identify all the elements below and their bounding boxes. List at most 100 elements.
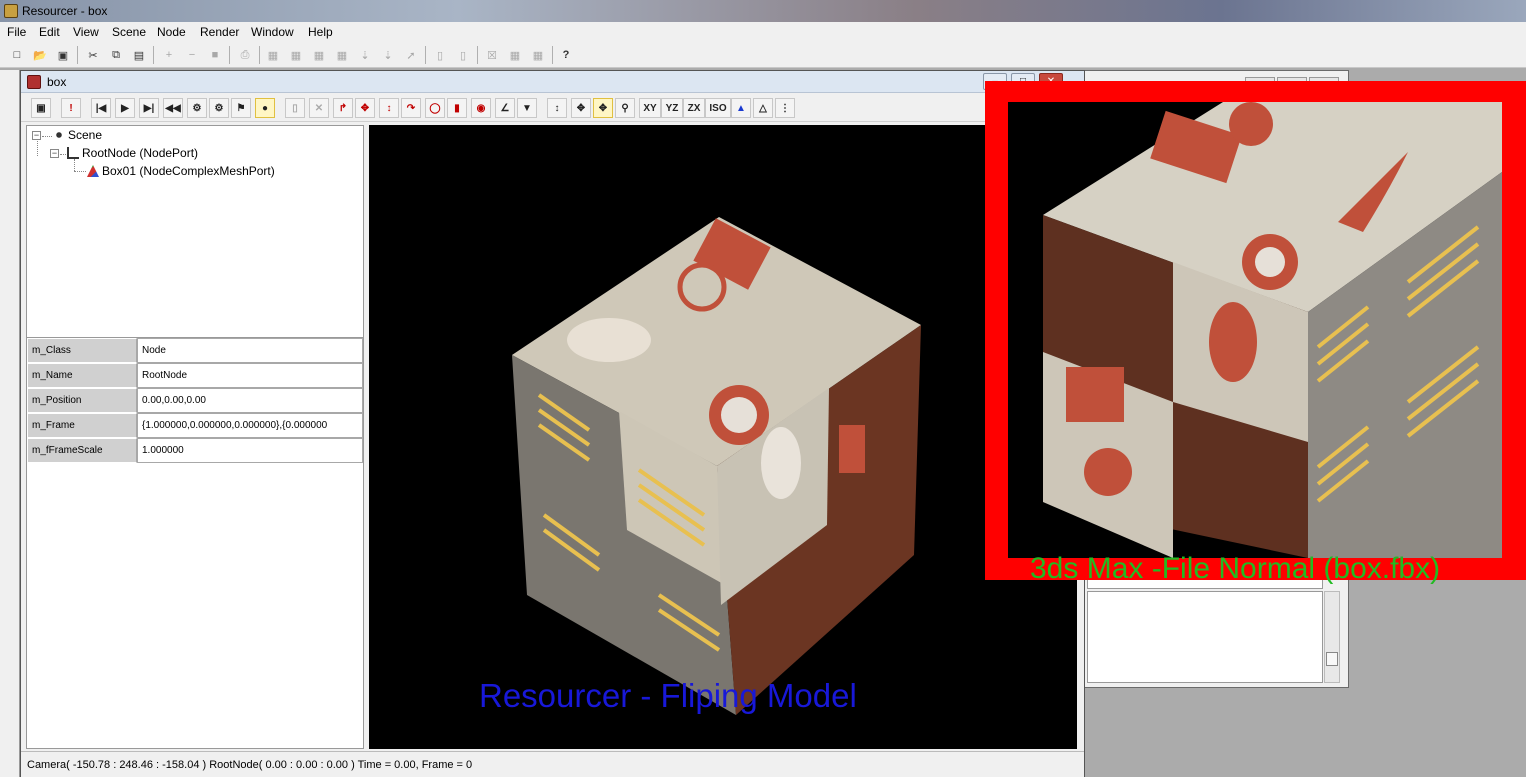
folder-open-icon[interactable]: ▯ [454, 46, 472, 64]
tree-item-label: Box01 (NodeComplexMeshPort) [102, 164, 275, 178]
export-icon[interactable]: ▦ [264, 46, 282, 64]
save-icon[interactable]: ▣ [31, 98, 51, 118]
alert-icon[interactable]: ! [61, 98, 81, 118]
property-value[interactable]: 1.000000 [137, 438, 363, 463]
property-value[interactable]: RootNode [137, 363, 363, 388]
menu-view[interactable]: View [73, 25, 99, 39]
rewind-icon[interactable]: ◀◀ [163, 98, 183, 118]
move-icon[interactable]: ✥ [355, 98, 375, 118]
properties-icon[interactable]: ▦ [506, 46, 524, 64]
decal-rectangle-side [1066, 367, 1124, 422]
axes-icon[interactable]: ∠ [495, 98, 515, 118]
scene-tree[interactable]: − Scene − RootNode (NodePort) Box01 (Nod… [26, 125, 364, 338]
toolbar-separator [259, 46, 260, 64]
grid-icon[interactable]: ▦ [333, 46, 351, 64]
insert-icon[interactable]: ▦ [310, 46, 328, 64]
down-arrow-icon[interactable]: ⇣ [379, 46, 397, 64]
menu-node[interactable]: Node [157, 25, 186, 39]
3d-viewport[interactable]: Resourcer - Fliping Model [369, 125, 1077, 749]
rendered-cube [512, 217, 921, 715]
pointer-icon[interactable]: ↱ [333, 98, 353, 118]
copy-icon[interactable]: ⧉ [107, 46, 125, 64]
view-xy-button[interactable]: XY [639, 98, 661, 118]
camera-settings-icon[interactable]: ⚙ [209, 98, 229, 118]
scale-icon[interactable]: ▮ [447, 98, 467, 118]
decal-rectangle-side [839, 425, 865, 473]
property-value[interactable]: 0.00,0.00,0.00 [137, 388, 363, 413]
flag-icon[interactable]: ⚑ [231, 98, 251, 118]
tree-item-scene[interactable]: Scene [53, 128, 102, 142]
comparison-overlay [985, 81, 1526, 580]
move-vertical-icon[interactable]: ↕ [379, 98, 399, 118]
remove-icon[interactable]: − [183, 46, 201, 64]
tree-item-label: Scene [68, 128, 103, 142]
tree-item-rootnode[interactable]: RootNode (NodePort) [67, 146, 198, 160]
cut-icon[interactable]: ✂ [84, 46, 102, 64]
viewport-caption: Resourcer - Fliping Model [479, 677, 857, 714]
app-title-bar: Resourcer - box [0, 0, 1526, 22]
tree-item-box01[interactable]: Box01 (NodeComplexMeshPort) [87, 164, 275, 178]
first-frame-icon[interactable]: |◀ [91, 98, 111, 118]
properties-icon[interactable]: ▦ [529, 46, 547, 64]
close-doc-icon[interactable]: ☒ [483, 46, 501, 64]
menu-render[interactable]: Render [200, 25, 239, 39]
open-folder-icon[interactable]: ▯ [285, 98, 305, 118]
menu-file[interactable]: File [7, 25, 26, 39]
folder-icon[interactable]: ▯ [431, 46, 449, 64]
target-icon[interactable]: ◉ [471, 98, 491, 118]
camera-orbit-icon[interactable]: ✥ [593, 98, 613, 118]
pan-icon[interactable]: ✥ [571, 98, 591, 118]
print-icon[interactable]: ⎙ [236, 46, 254, 64]
solid-mode-icon[interactable]: ▲ [731, 98, 751, 118]
collapse-toggle[interactable]: − [50, 149, 59, 158]
new-icon[interactable]: □ [8, 46, 26, 64]
document-toolbar: ▣ ! |◀ ▶ ▶| ◀◀ ⚙ ⚙ ⚑ ● ▯ ✕ ↱ ✥ ↕ ↷ ◯ ▮ ◉… [21, 94, 1084, 122]
property-value[interactable]: Node [137, 338, 363, 363]
help-icon[interactable]: ? [557, 46, 575, 64]
toolbar-separator [425, 46, 426, 64]
vertical-scrollbar[interactable] [1324, 591, 1340, 683]
menu-window[interactable]: Window [251, 25, 294, 39]
property-row: m_Position 0.00,0.00,0.00 [27, 388, 363, 413]
last-frame-icon[interactable]: ▶| [139, 98, 159, 118]
open-icon[interactable]: 📂 [31, 46, 49, 64]
zoom-icon[interactable]: ⚲ [615, 98, 635, 118]
property-row: m_fFrameScale 1.000000 [27, 438, 363, 463]
view-zx-button[interactable]: ZX [683, 98, 705, 118]
paste-icon[interactable]: ▤ [130, 46, 148, 64]
decal-logo-inner [1255, 247, 1285, 277]
pointer-icon[interactable]: ➚ [402, 46, 420, 64]
play-icon[interactable]: ▶ [115, 98, 135, 118]
property-name: m_Class [27, 338, 137, 363]
property-value[interactable]: {1.000000,0.000000,0.000000},{0.000000 [137, 413, 363, 438]
decal-logo-side [1209, 302, 1257, 382]
toolbar-separator [477, 46, 478, 64]
menu-edit[interactable]: Edit [39, 25, 60, 39]
delete-icon[interactable]: ✕ [309, 98, 329, 118]
scrollbar-thumb[interactable] [1326, 652, 1338, 666]
decal-logo-inner [721, 397, 757, 433]
settings-icon[interactable]: ⚙ [187, 98, 207, 118]
points-mode-icon[interactable]: ⋮ [775, 98, 795, 118]
view-iso-button[interactable]: ISO [705, 98, 731, 118]
orbit-icon[interactable]: ◯ [425, 98, 445, 118]
light-bulb-icon[interactable]: ● [255, 98, 275, 118]
rotate-icon[interactable]: ↷ [401, 98, 421, 118]
tree-item-label: RootNode (NodePort) [82, 146, 199, 160]
view-yz-button[interactable]: YZ [661, 98, 683, 118]
save-icon[interactable]: ▣ [54, 46, 72, 64]
mesh-icon [87, 165, 99, 177]
import-icon[interactable]: ▦ [287, 46, 305, 64]
menu-scene[interactable]: Scene [112, 25, 146, 39]
pan-vertical-icon[interactable]: ↕ [547, 98, 567, 118]
stop-icon[interactable]: ■ [206, 46, 224, 64]
basket-icon[interactable]: ▼ [517, 98, 537, 118]
collapse-toggle[interactable]: − [32, 131, 41, 140]
add-icon[interactable]: + [160, 46, 178, 64]
toolbar-separator [229, 46, 230, 64]
wireframe-mode-icon[interactable]: △ [753, 98, 773, 118]
down-arrow-icon[interactable]: ⇣ [356, 46, 374, 64]
tree-line [74, 159, 75, 171]
list-box[interactable] [1087, 591, 1323, 683]
menu-help[interactable]: Help [308, 25, 333, 39]
